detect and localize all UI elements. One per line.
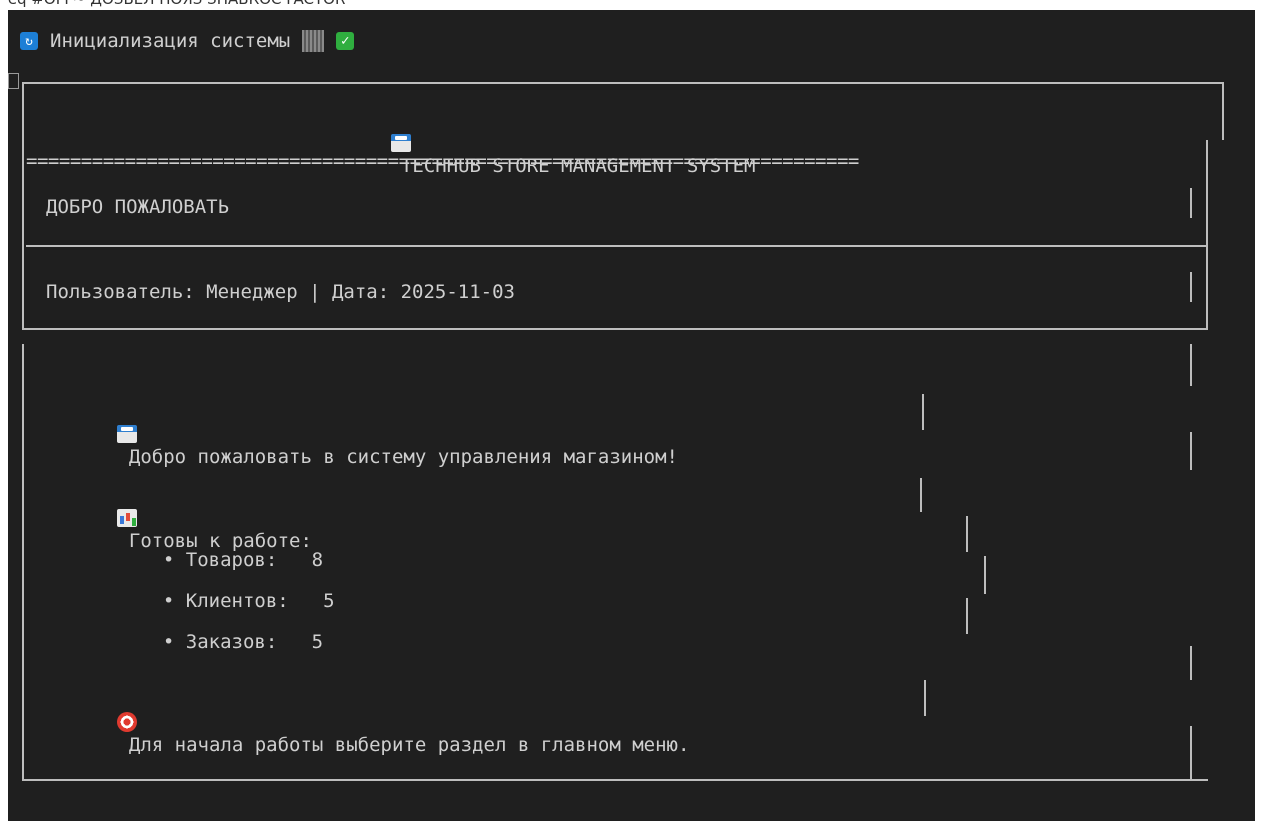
welcome-heading: ДОБРО ПОЖАЛОВАТЬ — [46, 196, 230, 218]
refresh-icon: ↻ — [20, 32, 38, 50]
frame-right-border — [1206, 140, 1208, 330]
welcome-divider — [26, 245, 1208, 247]
left-edge — [0, 0, 8, 821]
ready-right-bar — [920, 478, 922, 512]
chart-icon — [116, 509, 137, 527]
greeting-right-bar — [922, 394, 924, 430]
stat-label: • Заказов: — [162, 631, 278, 653]
init-line: ↻ Инициализация системы ✓ — [20, 30, 355, 52]
missing-glyph-icon — [8, 73, 19, 89]
hint-row: Для начала работы выберите раздел в глав… — [94, 690, 689, 756]
cut-off-text: seq #OFF~ ДОЗВЕЛ НОЯЗ ЗНАВКОС FACTOR — [0, 0, 345, 8]
target-icon — [116, 712, 137, 732]
stat-value: 5 — [323, 590, 335, 612]
body-right-bar-2 — [1190, 432, 1192, 470]
banner-separator: ========================================… — [26, 150, 859, 172]
body-left-border — [22, 344, 24, 781]
stat-clients-right-bar — [984, 556, 986, 594]
welcome-row-right-bar — [1190, 188, 1192, 218]
stat-products-right-bar — [966, 516, 968, 552]
init-text: Инициализация системы — [50, 30, 291, 52]
frame-bottom-border — [22, 328, 1208, 330]
screenshot-top-strip: seq #OFF~ ДОЗВЕЛ НОЯЗ ЗНАВКОС FACTOR — [0, 0, 1261, 10]
user-line: Пользователь: Менеджер | Дата: 2025-11-0… — [46, 281, 515, 303]
frame-left-border — [22, 82, 24, 328]
stat-orders-right-bar — [966, 598, 968, 634]
body-right-bar-3 — [1190, 646, 1192, 680]
user-row-right-bar — [1190, 272, 1192, 302]
right-edge — [1255, 0, 1261, 821]
stat-products: • Товаров: 8 — [140, 527, 323, 571]
stat-value: 5 — [311, 631, 324, 653]
store-icon — [116, 425, 137, 443]
body-right-bar-4 — [1190, 726, 1192, 781]
frame-right-border-top — [1222, 82, 1224, 140]
progress-block-icon — [302, 30, 325, 52]
body-right-bar-1 — [1190, 344, 1192, 386]
greeting-text: Добро пожаловать в систему управления ма… — [128, 446, 678, 468]
hint-right-bar — [924, 680, 926, 716]
greeting-row: Добро пожаловать в систему управления ма… — [94, 402, 678, 468]
stat-clients: • Клиентов: 5 — [140, 568, 335, 612]
hint-text: Для начала работы выберите раздел в глав… — [128, 734, 690, 756]
check-icon: ✓ — [336, 32, 355, 50]
body-bottom-border — [22, 779, 1208, 781]
stat-orders: • Заказов: 5 — [140, 609, 323, 653]
frame-top-border — [22, 82, 1224, 84]
